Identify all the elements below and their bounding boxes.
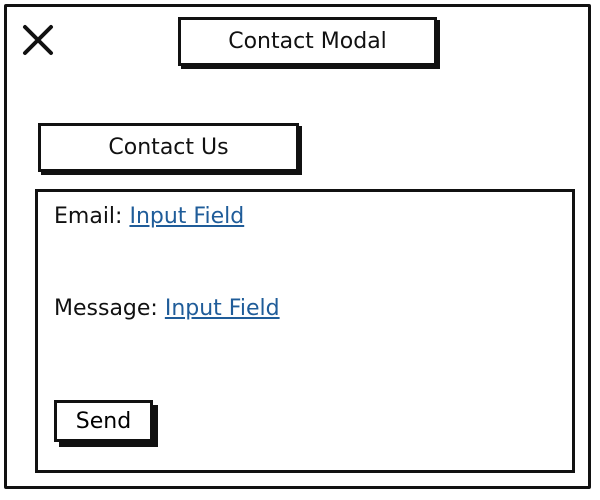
close-icon[interactable] <box>21 23 55 57</box>
email-input[interactable]: Input Field <box>129 204 244 229</box>
message-label: Message: <box>54 296 158 321</box>
contact-heading: Contact Us <box>38 123 299 172</box>
email-row: Email: Input Field <box>54 204 244 229</box>
modal-title: Contact Modal <box>178 17 437 66</box>
contact-modal-window: Contact Modal Contact Us Email: Input Fi… <box>4 4 591 489</box>
contact-form: Email: Input Field Message: Input Field … <box>35 189 575 473</box>
email-label: Email: <box>54 204 123 229</box>
contact-heading-label: Contact Us <box>108 135 229 160</box>
send-button[interactable]: Send <box>54 400 153 442</box>
message-input[interactable]: Input Field <box>165 296 280 321</box>
modal-title-label: Contact Modal <box>228 29 387 54</box>
message-row: Message: Input Field <box>54 296 280 321</box>
